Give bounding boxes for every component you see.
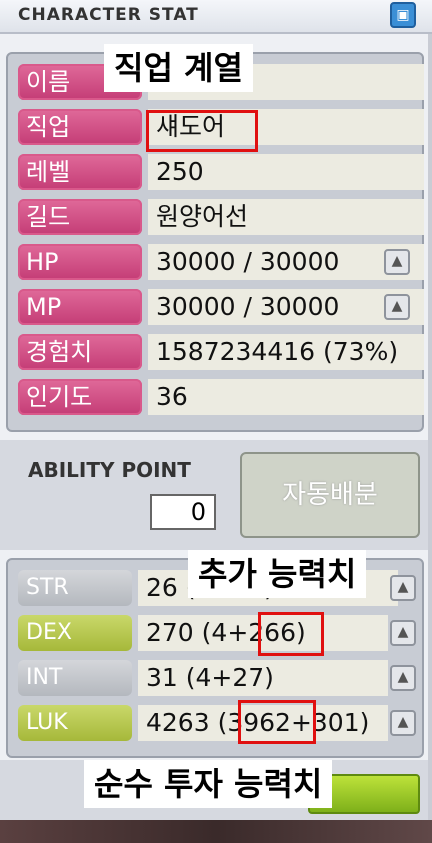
plus-icon: ▲ <box>397 669 409 685</box>
stat-value-int: 31 (4+27) <box>138 660 388 696</box>
highlight-dex-extra <box>258 612 324 656</box>
dex-plus-button[interactable]: ▲ <box>390 620 416 646</box>
plus-icon: ▲ <box>397 714 409 730</box>
stat-label-level: 레벨 <box>18 154 142 190</box>
stat-label-dex: DEX <box>18 615 132 651</box>
highlight-job <box>146 110 258 152</box>
stat-row-hp: HP 30000 / 30000 ▲ <box>18 242 424 282</box>
stat-label-int: INT <box>18 660 132 696</box>
stat-label-hp: HP <box>18 244 142 280</box>
stat-value-mp: 30000 / 30000 <box>148 289 424 325</box>
hp-plus-button[interactable]: ▲ <box>384 249 410 275</box>
stat-label-exp: 경험치 <box>18 334 142 370</box>
ability-point-value: 0 <box>150 494 216 530</box>
stat-label-str: STR <box>18 570 132 606</box>
stat-value-fame: 36 <box>148 379 424 415</box>
stat-value-guild: 원양어선 <box>148 199 424 235</box>
stat-label-luk: LUK <box>18 705 132 741</box>
luk-plus-button[interactable]: ▲ <box>390 710 416 736</box>
game-background <box>0 820 432 843</box>
annotation-extra-stat: 추가 능력치 <box>188 550 367 598</box>
highlight-luk-pure <box>238 700 316 744</box>
int-plus-button[interactable]: ▲ <box>390 665 416 691</box>
stat-row-dex: DEX 270 (4+266) ▲ <box>18 613 424 653</box>
stat-row-exp: 경험치 1587234416 (73%) <box>18 332 424 372</box>
plus-icon: ▲ <box>391 298 403 314</box>
stat-row-level: 레벨 250 <box>18 152 424 192</box>
str-plus-button[interactable]: ▲ <box>390 575 416 601</box>
ability-point-section: ABILITY POINT 0 자동배분 <box>0 440 428 550</box>
ability-point-label: ABILITY POINT <box>28 458 191 482</box>
stat-value-level: 250 <box>148 154 424 190</box>
title-bar[interactable]: CHARACTER STAT ▣ <box>0 0 432 34</box>
stat-label-guild: 길드 <box>18 199 142 235</box>
stat-label-job: 직업 <box>18 109 142 145</box>
plus-icon: ▲ <box>397 579 409 595</box>
close-icon: ▣ <box>396 7 410 23</box>
basic-stat-panel: 이름 직업 섀도어 레벨 250 길드 원양어선 HP 30000 / 3000… <box>6 52 424 432</box>
stat-row-guild: 길드 원양어선 <box>18 197 424 237</box>
mp-plus-button[interactable]: ▲ <box>384 294 410 320</box>
stat-value-exp: 1587234416 (73%) <box>148 334 424 370</box>
annotation-pure-stat: 순수 투자 능력치 <box>84 760 333 808</box>
stat-row-int: INT 31 (4+27) ▲ <box>18 658 424 698</box>
stat-label-fame: 인기도 <box>18 379 142 415</box>
plus-icon: ▲ <box>391 253 403 269</box>
plus-icon: ▲ <box>397 624 409 640</box>
auto-assign-button[interactable]: 자동배분 <box>240 452 420 538</box>
stat-row-fame: 인기도 36 <box>18 377 424 417</box>
annotation-job-line: 직업 계열 <box>104 44 253 92</box>
stat-label-mp: MP <box>18 289 142 325</box>
window-title: CHARACTER STAT <box>18 5 199 25</box>
stat-row-mp: MP 30000 / 30000 ▲ <box>18 287 424 327</box>
stat-row-luk: LUK 4263 (3962+301) ▲ <box>18 703 424 743</box>
close-button[interactable]: ▣ <box>390 2 416 28</box>
stat-value-hp: 30000 / 30000 <box>148 244 424 280</box>
